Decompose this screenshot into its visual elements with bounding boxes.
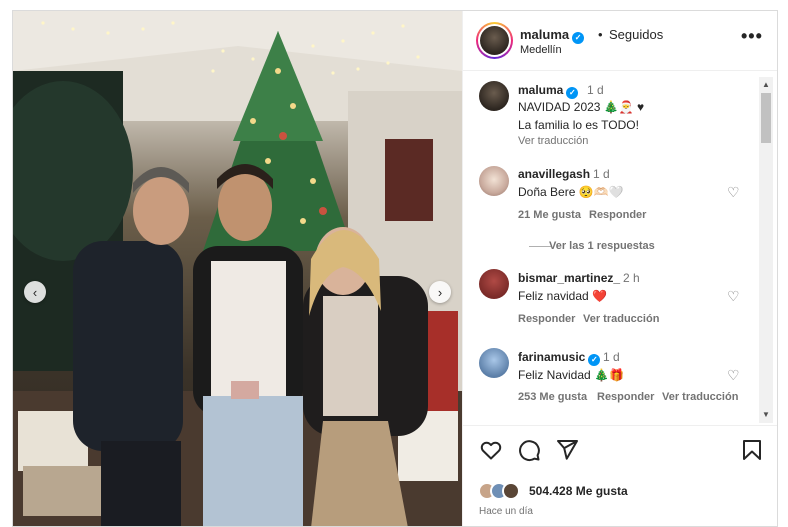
comment-time: 1 d: [603, 350, 620, 364]
post-side-panel: maluma ✓ • Seguidos Medellín ••• maluma ✓ …: [462, 11, 777, 526]
verified-badge-icon: ✓: [588, 354, 601, 366]
location-link[interactable]: Medellín: [520, 44, 562, 56]
avatar[interactable]: [479, 348, 509, 378]
avatar: [502, 482, 520, 500]
post-modal: ‹ › maluma ✓ • Seguidos Medellín ••• malu…: [12, 10, 778, 527]
comment-username[interactable]: bismar_martinez_: [518, 271, 620, 285]
post-timestamp: Hace un día: [479, 506, 533, 517]
comment-likes[interactable]: 21 Me gusta: [518, 209, 581, 221]
share-icon[interactable]: [555, 438, 579, 462]
separator-dot: •: [598, 27, 603, 42]
reply-button[interactable]: Responder: [518, 313, 575, 325]
heart-icon[interactable]: [479, 438, 503, 462]
comment-like-icon[interactable]: ♡: [727, 185, 741, 199]
comment-likes[interactable]: 253 Me gusta: [518, 391, 587, 403]
verified-badge-icon: ✓: [572, 32, 585, 44]
avatar[interactable]: [476, 22, 513, 59]
likes-count[interactable]: 504.428 Me gusta: [529, 484, 628, 498]
caption-time: 1 d: [587, 83, 604, 97]
header-username[interactable]: maluma ✓: [520, 27, 585, 44]
caption-line-1: NAVIDAD 2023 🎄🎅 ♥: [518, 100, 645, 114]
comment-username[interactable]: farinamusic ✓: [518, 350, 601, 366]
family-christmas-photo: [13, 11, 462, 526]
more-options-icon[interactable]: •••: [741, 26, 763, 47]
comment-time: 1 d: [593, 167, 610, 181]
reply-button[interactable]: Responder: [589, 209, 646, 221]
comment-username[interactable]: anavillegash: [518, 167, 590, 181]
scrollbar-thumb[interactable]: [761, 93, 771, 143]
comment-text: Feliz navidad ❤️: [518, 289, 607, 303]
reply-button[interactable]: Responder: [597, 391, 654, 403]
chevron-left-icon[interactable]: ‹: [24, 281, 46, 303]
post-header: maluma ✓ • Seguidos Medellín •••: [463, 11, 777, 71]
follow-status-button[interactable]: Seguidos: [609, 27, 663, 42]
comments-scrollbar[interactable]: ▲ ▼: [759, 77, 773, 423]
scroll-up-icon[interactable]: ▲: [761, 80, 771, 90]
view-replies-button[interactable]: Ver las 1 respuestas: [549, 240, 655, 252]
replies-divider: [529, 246, 551, 247]
comment-text: Feliz Navidad 🎄🎁: [518, 368, 624, 382]
liked-by-avatars[interactable]: [478, 482, 530, 500]
post-actions: 504.428 Me gusta Hace un día: [463, 425, 777, 526]
comment-icon[interactable]: [517, 438, 541, 462]
avatar[interactable]: [479, 81, 509, 111]
scroll-down-icon[interactable]: ▼: [761, 410, 771, 420]
bookmark-icon[interactable]: [741, 438, 763, 462]
caption-translate-link[interactable]: Ver traducción: [518, 135, 588, 147]
chevron-right-icon[interactable]: ›: [429, 281, 451, 303]
comment-like-icon[interactable]: ♡: [727, 368, 741, 382]
post-photo: ‹ ›: [13, 11, 462, 526]
verified-badge-icon: ✓: [566, 87, 579, 99]
comment-translate-link[interactable]: Ver traducción: [583, 313, 659, 325]
comment-time: 2 h: [623, 271, 640, 285]
comment-text: Doña Bere 🥺🫶🏻🤍: [518, 185, 624, 199]
avatar[interactable]: [479, 166, 509, 196]
avatar[interactable]: [479, 269, 509, 299]
caption-line-2: La familia lo es TODO!: [518, 118, 639, 132]
comment-like-icon[interactable]: ♡: [727, 289, 741, 303]
comments-list: maluma ✓ 1 d NAVIDAD 2023 🎄🎅 ♥ La familia…: [463, 72, 777, 425]
comment-translate-link[interactable]: Ver traducción: [662, 391, 738, 403]
caption-username[interactable]: maluma ✓: [518, 83, 579, 99]
